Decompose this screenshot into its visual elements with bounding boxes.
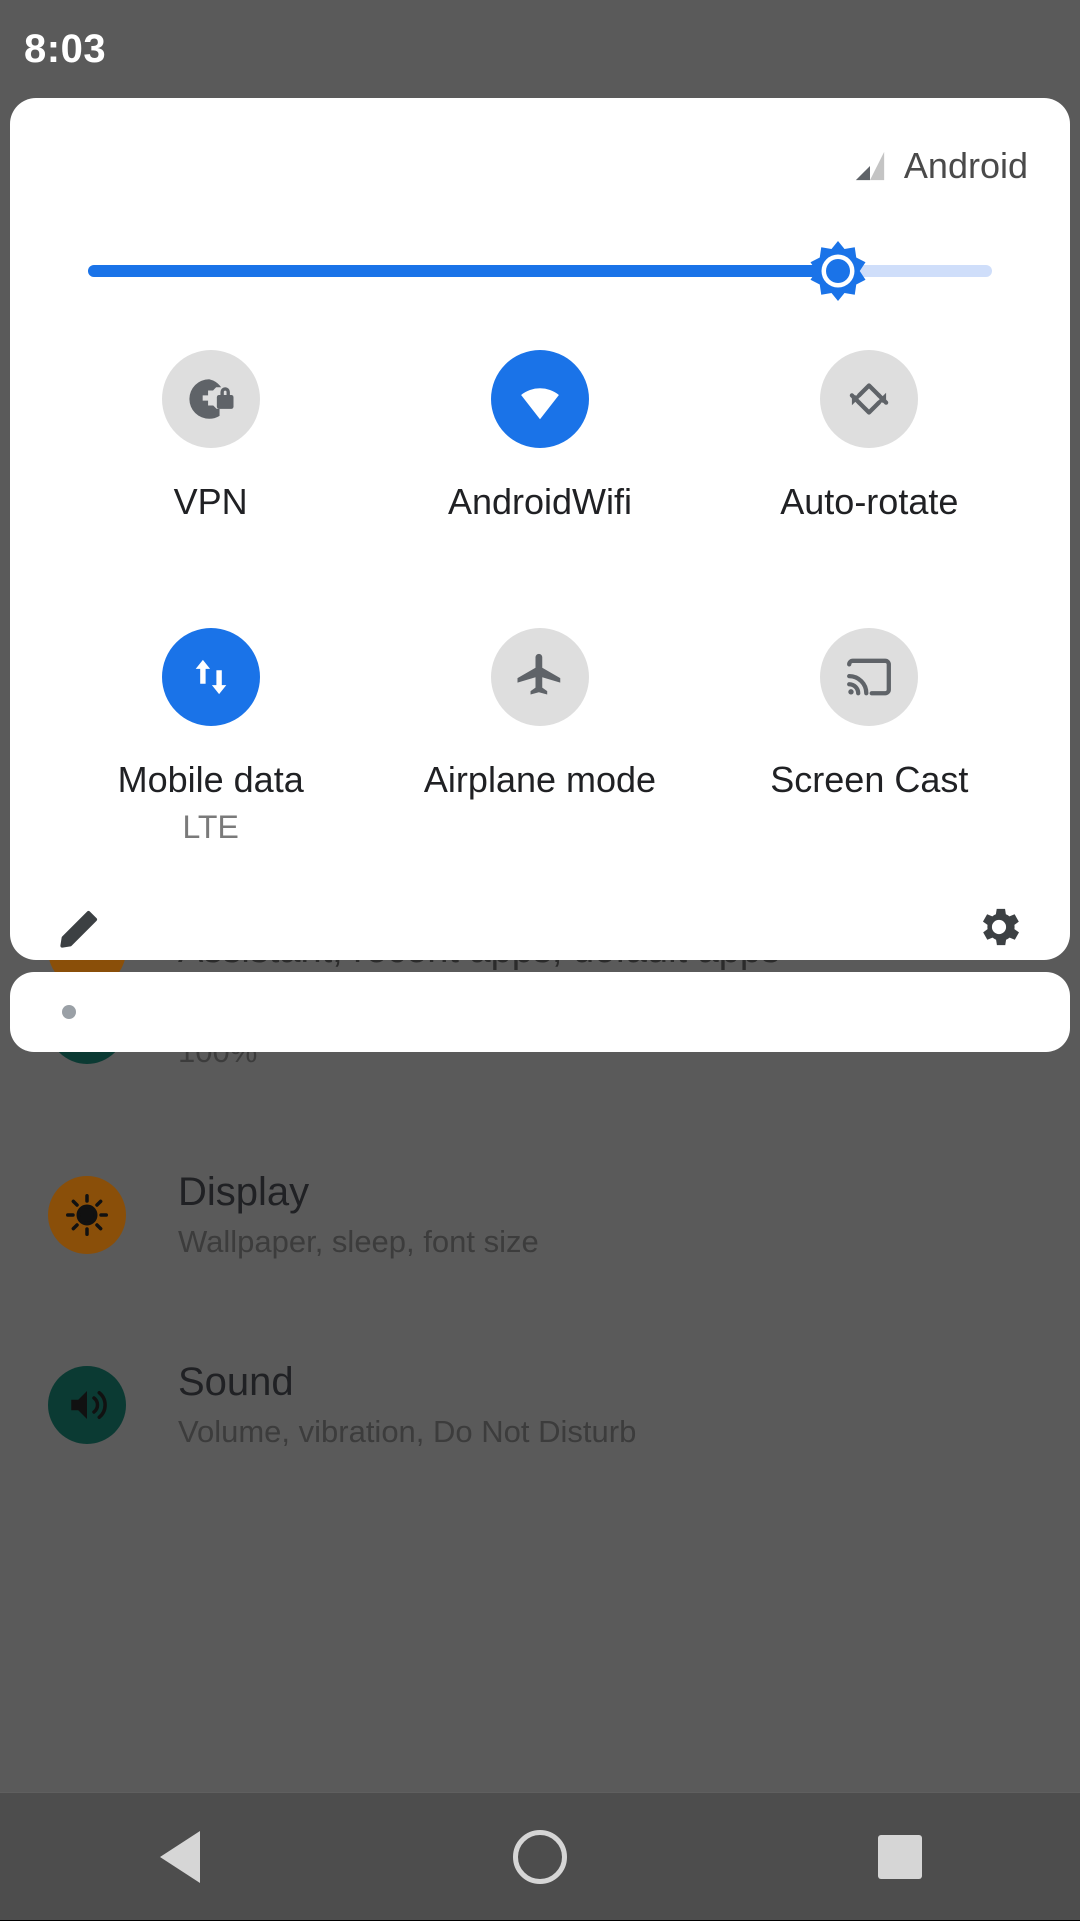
quick-settings-tiles: VPN AndroidWifi Auto-rotate Mobile data … bbox=[10, 326, 1070, 882]
airplane-icon bbox=[490, 628, 589, 726]
settings-row-sound[interactable]: Sound Volume, vibration, Do Not Disturb bbox=[0, 1310, 1080, 1500]
back-triangle-icon bbox=[160, 1830, 200, 1883]
nav-back-button[interactable] bbox=[120, 1793, 240, 1921]
status-clock: 8:03 bbox=[24, 26, 107, 71]
tile-label: Auto-rotate bbox=[780, 481, 959, 522]
brightness-track-fill bbox=[88, 265, 839, 277]
signal-bar-icon bbox=[852, 149, 888, 183]
gear-icon bbox=[974, 908, 1024, 956]
tile-sublabel: LTE bbox=[182, 809, 239, 846]
row-subtitle: Wallpaper, sleep, font size bbox=[178, 1224, 539, 1260]
page-dot bbox=[62, 1005, 76, 1019]
row-subtitle: Volume, vibration, Do Not Disturb bbox=[178, 1414, 637, 1450]
page-indicator[interactable] bbox=[10, 972, 1070, 1052]
auto-rotate-icon bbox=[820, 350, 919, 448]
carrier-status: Android bbox=[852, 145, 1028, 187]
settings-row-display[interactable]: Display Wallpaper, sleep, font size bbox=[0, 1120, 1080, 1310]
settings-button[interactable] bbox=[974, 902, 1024, 957]
tile-airplane-mode[interactable]: Airplane mode bbox=[375, 604, 704, 882]
tile-mobile-data[interactable]: Mobile data LTE bbox=[46, 604, 375, 882]
tile-screen-cast[interactable]: Screen Cast bbox=[705, 604, 1034, 882]
quick-settings-header: Android bbox=[10, 98, 1070, 198]
tile-label: Mobile data bbox=[117, 759, 304, 800]
row-title: Sound bbox=[178, 1360, 294, 1405]
edit-button[interactable] bbox=[56, 902, 106, 957]
tile-label: Airplane mode bbox=[423, 759, 657, 800]
quick-settings-panel: Android VPN AndroidWifi Auto-rotate Mobi… bbox=[10, 98, 1070, 960]
vpn-lock-icon bbox=[161, 350, 260, 448]
row-title: Display bbox=[178, 1170, 310, 1215]
cast-icon bbox=[820, 628, 919, 726]
tile-auto-rotate[interactable]: Auto-rotate bbox=[705, 326, 1034, 604]
nav-recents-button[interactable] bbox=[840, 1793, 960, 1921]
tile-wifi[interactable]: AndroidWifi bbox=[375, 326, 704, 604]
quick-settings-footer bbox=[10, 874, 1070, 960]
tile-label: Screen Cast bbox=[770, 759, 969, 800]
tile-label: AndroidWifi bbox=[447, 481, 633, 522]
tile-vpn[interactable]: VPN bbox=[46, 326, 375, 604]
carrier-name: Android bbox=[903, 145, 1028, 186]
display-icon bbox=[48, 1176, 126, 1254]
brightness-slider[interactable] bbox=[88, 216, 992, 326]
home-circle-icon bbox=[513, 1829, 567, 1884]
tile-label: VPN bbox=[173, 481, 248, 522]
mobile-data-icon bbox=[161, 628, 260, 726]
wifi-icon bbox=[490, 350, 589, 448]
recents-square-icon bbox=[878, 1834, 922, 1879]
nav-home-button[interactable] bbox=[480, 1793, 600, 1921]
pencil-icon bbox=[56, 910, 106, 956]
navigation-bar bbox=[0, 1792, 1080, 1920]
brightness-thumb-icon[interactable] bbox=[808, 241, 868, 301]
sound-icon bbox=[48, 1366, 126, 1444]
status-bar: 8:03 bbox=[0, 0, 1080, 98]
